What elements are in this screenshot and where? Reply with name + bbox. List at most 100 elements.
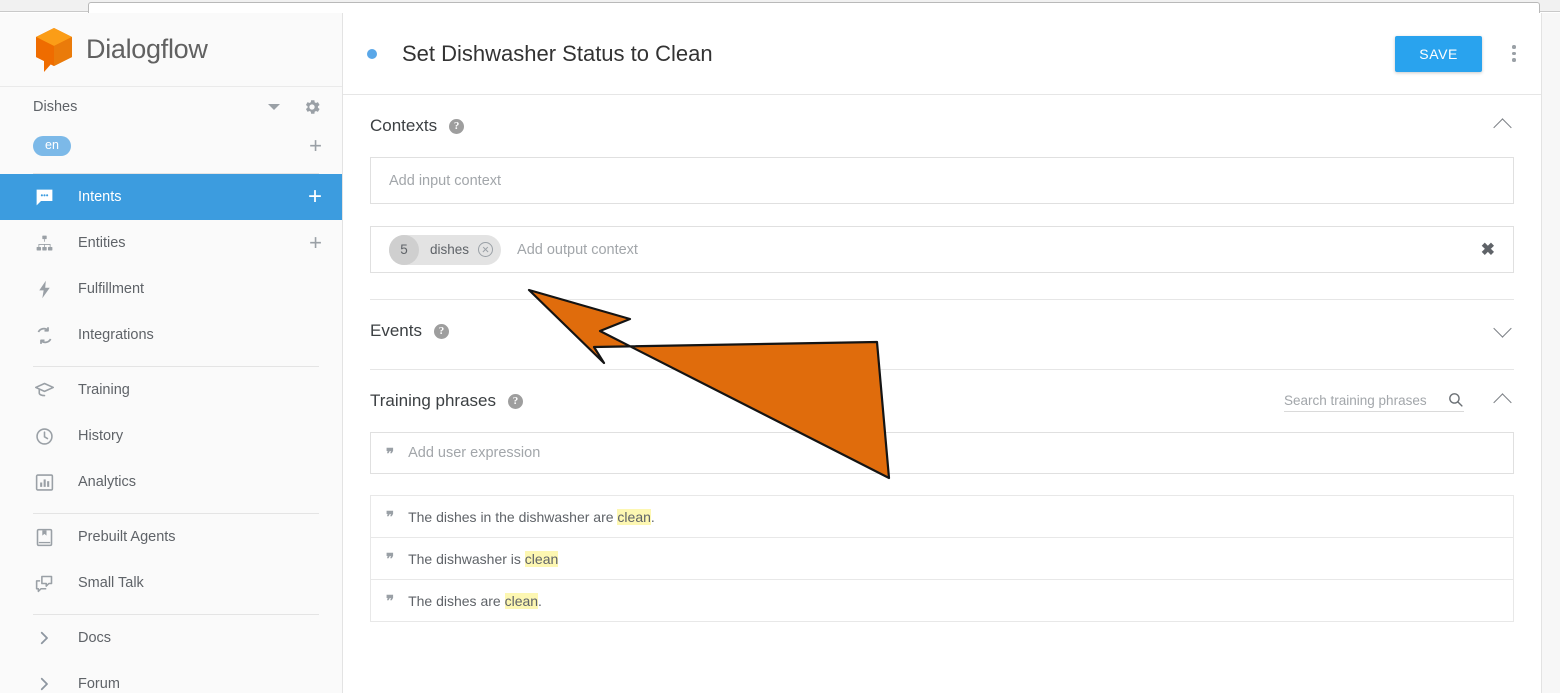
training-phrase-text: The dishes are clean. bbox=[408, 592, 542, 609]
sidebar-item-forum[interactable]: Forum bbox=[0, 661, 342, 693]
search-placeholder: Search training phrases bbox=[1284, 392, 1427, 408]
output-context-chip[interactable]: 5 dishes bbox=[389, 234, 502, 265]
bar-chart-icon bbox=[33, 471, 55, 493]
training-phrase-row[interactable]: ❞ The dishwasher is clean bbox=[371, 538, 1513, 580]
sidebar: Dialogflow Dishes en + Intents + Entitie… bbox=[0, 13, 343, 693]
sidebar-item-small-talk[interactable]: Small Talk bbox=[0, 560, 342, 606]
sidebar-item-fulfillment[interactable]: Fulfillment bbox=[0, 266, 342, 312]
bookmark-book-icon bbox=[33, 526, 55, 548]
add-intent-icon[interactable]: + bbox=[308, 185, 322, 209]
input-context-field[interactable]: Add input context bbox=[370, 157, 1514, 204]
phrase-highlight: clean bbox=[504, 592, 539, 609]
search-training-phrases-input[interactable]: Search training phrases bbox=[1284, 391, 1464, 412]
events-header: Events ? bbox=[370, 300, 1514, 362]
sidebar-item-label: Prebuilt Agents bbox=[78, 529, 176, 545]
sidebar-item-label: Analytics bbox=[78, 474, 137, 490]
chevron-right-icon bbox=[33, 673, 55, 693]
sidebar-item-docs[interactable]: Docs bbox=[0, 615, 342, 661]
clock-icon bbox=[33, 425, 55, 447]
add-user-expression-placeholder: Add user expression bbox=[408, 445, 541, 461]
brand-name: Dialogflow bbox=[86, 34, 208, 64]
lightning-bolt-icon bbox=[33, 278, 55, 300]
input-context-placeholder: Add input context bbox=[389, 172, 502, 189]
training-phrases-collapse-chevron-up-icon[interactable] bbox=[1492, 390, 1514, 412]
remove-circle-icon[interactable] bbox=[478, 242, 494, 257]
sidebar-item-label: Docs bbox=[78, 630, 112, 646]
language-row: en + bbox=[0, 127, 342, 165]
sidebar-item-analytics[interactable]: Analytics bbox=[0, 459, 342, 505]
sidebar-item-prebuilt-agents[interactable]: Prebuilt Agents bbox=[0, 514, 342, 560]
sidebar-item-label: Training bbox=[78, 382, 130, 398]
caret-down-icon[interactable] bbox=[268, 104, 280, 110]
help-circle-icon[interactable]: ? bbox=[433, 323, 449, 339]
training-phrase-row[interactable]: ❞ The dishes are clean. bbox=[371, 580, 1513, 622]
training-phrases-list: ❞ The dishes in the dishwasher are clean… bbox=[370, 495, 1514, 622]
add-entity-icon[interactable]: + bbox=[309, 232, 322, 254]
output-context-placeholder: Add output context bbox=[517, 241, 638, 258]
output-context-field[interactable]: 5 dishes Add output context ✖ bbox=[370, 226, 1514, 273]
quote-icon: ❞ bbox=[386, 552, 395, 568]
dialogflow-logo-icon bbox=[36, 27, 72, 72]
sidebar-item-label: Forum bbox=[78, 676, 120, 692]
training-phrases-title: Training phrases bbox=[370, 391, 496, 410]
context-name: dishes bbox=[430, 242, 470, 257]
events-section: Events ? bbox=[343, 300, 1541, 362]
sidebar-item-label: Small Talk bbox=[78, 575, 144, 591]
sidebar-item-history[interactable]: History bbox=[0, 413, 342, 459]
help-circle-icon[interactable]: ? bbox=[508, 393, 523, 409]
agent-name: Dishes bbox=[33, 99, 78, 115]
close-icon[interactable]: ✖ bbox=[1481, 241, 1495, 258]
training-phrases-header: Training phrases ? Search training phras… bbox=[370, 370, 1514, 432]
contexts-header: Contexts ? bbox=[370, 95, 1514, 157]
contexts-collapse-chevron-up-icon[interactable] bbox=[1492, 115, 1514, 137]
search-icon[interactable] bbox=[1447, 391, 1464, 408]
dialogflow-app: Dialogflow Dishes en + Intents + Entitie… bbox=[0, 13, 1560, 693]
sidebar-item-label: Entities bbox=[78, 235, 126, 251]
language-chip-en[interactable]: en bbox=[33, 136, 71, 156]
help-circle-icon[interactable]: ? bbox=[449, 118, 465, 134]
save-button[interactable]: SAVE bbox=[1395, 35, 1482, 72]
browser-tab[interactable] bbox=[88, 2, 1540, 13]
phrase-highlight: clean bbox=[524, 550, 559, 567]
main-panel: Set Dishwasher Status to Clean SAVE Cont… bbox=[343, 13, 1541, 693]
phrase-suffix: . bbox=[538, 592, 542, 609]
add-language-icon[interactable]: + bbox=[309, 135, 322, 157]
context-lifespan-count: 5 bbox=[389, 234, 419, 265]
phrase-prefix: The dishes are bbox=[408, 592, 505, 609]
sidebar-item-entities[interactable]: Entities + bbox=[0, 220, 342, 266]
chevron-right-icon bbox=[33, 627, 55, 649]
brand-logo-row[interactable]: Dialogflow bbox=[0, 13, 342, 87]
sidebar-item-label: Integrations bbox=[78, 327, 154, 343]
speech-bubble-icon bbox=[33, 186, 55, 208]
training-phrase-text: The dishes in the dishwasher are clean. bbox=[408, 508, 655, 525]
more-vertical-icon[interactable] bbox=[1496, 34, 1532, 74]
training-phrases-section: Training phrases ? Search training phras… bbox=[343, 370, 1541, 622]
quote-icon: ❞ bbox=[386, 446, 395, 463]
scrollbar-gutter[interactable] bbox=[1541, 13, 1560, 693]
phrase-prefix: The dishwasher is bbox=[408, 550, 525, 567]
events-expand-chevron-down-icon[interactable] bbox=[1492, 320, 1514, 342]
phrase-highlight: clean bbox=[617, 508, 651, 525]
quote-icon: ❞ bbox=[386, 510, 395, 526]
contexts-section: Contexts ? Add input context 5 dishes Ad… bbox=[343, 95, 1541, 273]
sync-icon bbox=[33, 324, 55, 346]
graduation-cap-icon bbox=[33, 379, 55, 401]
sidebar-item-integrations[interactable]: Integrations bbox=[0, 312, 342, 358]
page-title: Set Dishwasher Status to Clean bbox=[402, 40, 713, 66]
sitemap-icon bbox=[33, 232, 55, 254]
training-phrase-text: The dishwasher is clean bbox=[408, 550, 559, 567]
sidebar-item-intents[interactable]: Intents + bbox=[0, 174, 342, 220]
add-user-expression-field[interactable]: ❞ Add user expression bbox=[370, 432, 1514, 474]
sidebar-item-label: Intents bbox=[78, 189, 122, 205]
intent-body: Contexts ? Add input context 5 dishes Ad… bbox=[343, 95, 1541, 693]
intent-header: Set Dishwasher Status to Clean SAVE bbox=[343, 13, 1541, 95]
sidebar-item-label: History bbox=[78, 428, 124, 444]
phrase-prefix: The dishes in the dishwasher are bbox=[408, 508, 618, 525]
quote-icon: ❞ bbox=[386, 594, 395, 610]
events-title: Events bbox=[370, 321, 422, 340]
intent-status-dot bbox=[367, 48, 377, 59]
gear-icon[interactable] bbox=[302, 97, 322, 117]
agent-selector[interactable]: Dishes bbox=[0, 87, 342, 127]
training-phrase-row[interactable]: ❞ The dishes in the dishwasher are clean… bbox=[371, 496, 1513, 538]
sidebar-item-training[interactable]: Training bbox=[0, 367, 342, 413]
